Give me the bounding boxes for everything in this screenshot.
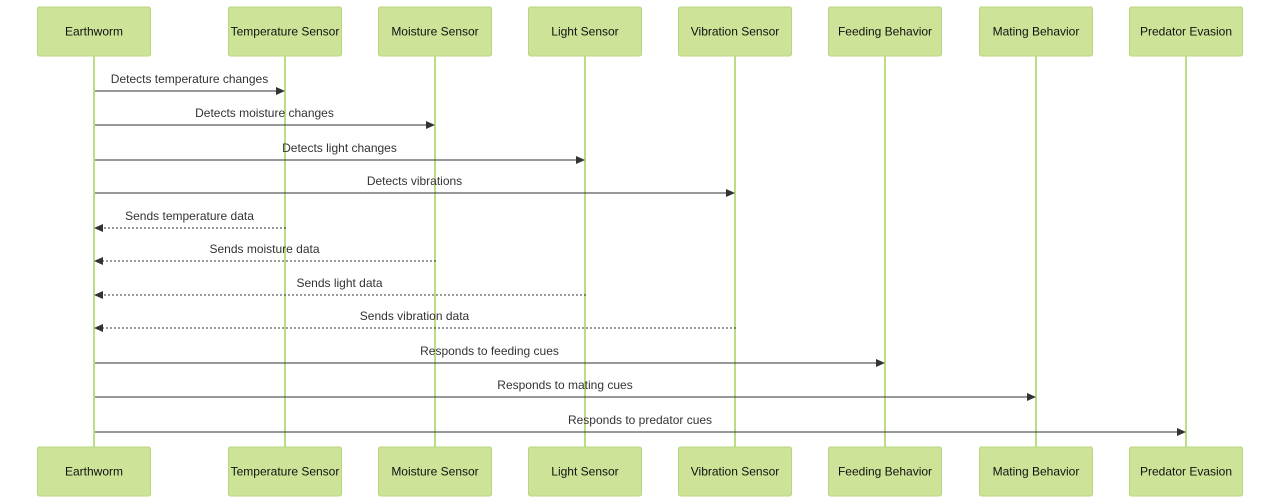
participant-label: Mating Behavior	[993, 25, 1080, 39]
message-label: Detects vibrations	[367, 174, 462, 188]
participant-label: Temperature Sensor	[231, 25, 340, 39]
message: Detects vibrations	[95, 174, 735, 197]
participant-top[interactable]: Predator Evasion	[1129, 6, 1243, 57]
message: Responds to feeding cues	[95, 344, 885, 367]
message: Detects light changes	[95, 141, 585, 164]
message: Sends moisture data	[94, 242, 436, 265]
participant-bottom[interactable]: Moisture Sensor	[378, 446, 492, 497]
message: Detects moisture changes	[95, 106, 435, 129]
sequence-diagram: Earthworm Earthworm Temperature Sensor Temp…	[37, 6, 1243, 497]
message: Sends temperature data	[94, 209, 286, 232]
participant-label: Light Sensor	[551, 465, 618, 479]
message: Sends vibration data	[94, 309, 736, 332]
participant-bottom[interactable]: Feeding Behavior	[828, 446, 942, 497]
participant-bottom[interactable]: Light Sensor	[528, 446, 642, 497]
participant-label: Mating Behavior	[993, 465, 1080, 479]
message-label: Sends vibration data	[360, 309, 470, 323]
message-label: Detects moisture changes	[195, 106, 334, 120]
message-label: Responds to predator cues	[568, 413, 712, 427]
participant-label: Moisture Sensor	[391, 25, 478, 39]
participant-top[interactable]: Mating Behavior	[979, 6, 1093, 57]
participant-label: Feeding Behavior	[838, 25, 932, 39]
message-label: Sends light data	[296, 276, 382, 290]
message-label: Sends moisture data	[209, 242, 319, 256]
participant-label: Earthworm	[65, 25, 123, 39]
participant-label: Feeding Behavior	[838, 465, 932, 479]
message: Responds to mating cues	[95, 378, 1036, 401]
participant-label: Light Sensor	[551, 25, 618, 39]
participant-bottom[interactable]: Vibration Sensor	[678, 446, 792, 497]
message-label: Responds to mating cues	[497, 378, 632, 392]
participant-top[interactable]: Vibration Sensor	[678, 6, 792, 57]
participant-label: Temperature Sensor	[231, 465, 340, 479]
participant-label: Moisture Sensor	[391, 465, 478, 479]
message-label: Detects temperature changes	[111, 72, 268, 86]
participant-label: Predator Evasion	[1140, 465, 1232, 479]
participant-bottom[interactable]: Mating Behavior	[979, 446, 1093, 497]
participant-bottom[interactable]: Temperature Sensor	[228, 446, 342, 497]
participant-top[interactable]: Moisture Sensor	[378, 6, 492, 57]
message-label: Detects light changes	[282, 141, 397, 155]
participant-label: Predator Evasion	[1140, 25, 1232, 39]
participant-label: Vibration Sensor	[691, 465, 780, 479]
participant-top[interactable]: Feeding Behavior	[828, 6, 942, 57]
participant-top[interactable]: Light Sensor	[528, 6, 642, 57]
participant-label: Vibration Sensor	[691, 25, 780, 39]
message-label: Responds to feeding cues	[420, 344, 559, 358]
message-label: Sends temperature data	[125, 209, 254, 223]
participant-top[interactable]: Earthworm	[37, 6, 151, 57]
message: Detects temperature changes	[95, 72, 285, 95]
message: Responds to predator cues	[95, 413, 1186, 436]
participant-label: Earthworm	[65, 465, 123, 479]
participant-bottom[interactable]: Earthworm	[37, 446, 151, 497]
participant-top[interactable]: Temperature Sensor	[228, 6, 342, 57]
message: Sends light data	[94, 276, 586, 299]
participant-bottom[interactable]: Predator Evasion	[1129, 446, 1243, 497]
